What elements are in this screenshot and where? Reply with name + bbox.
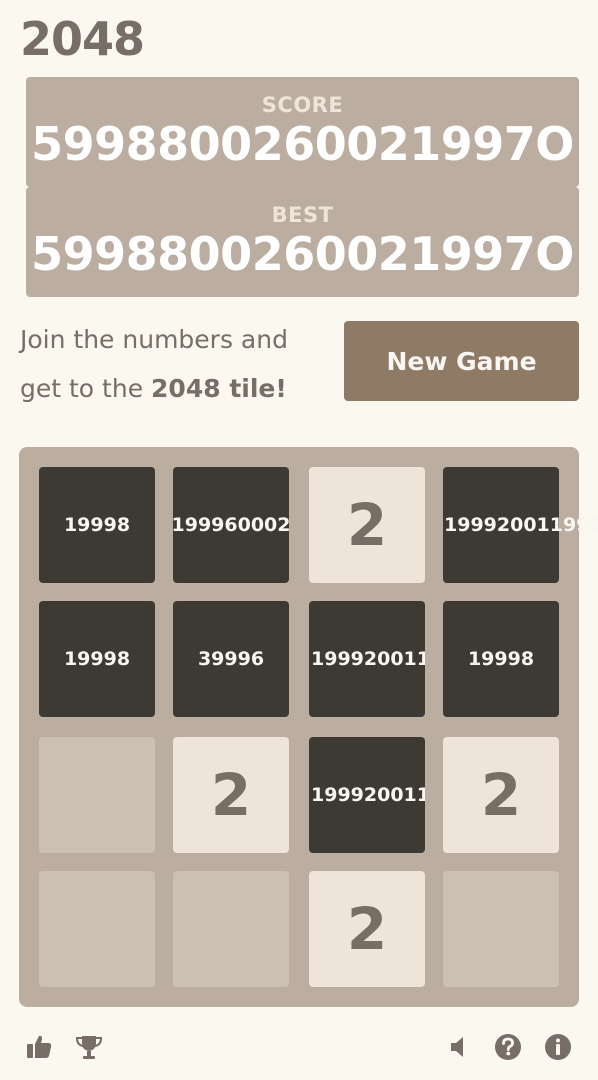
tile: 19998 <box>443 601 559 717</box>
tile: 2 <box>309 467 425 583</box>
tile: 2 <box>443 737 559 853</box>
game-title: 2048 <box>20 12 145 66</box>
tile: 199920011999 <box>309 737 425 853</box>
score-value: 5998800260021997O <box>31 117 574 171</box>
best-label: BEST <box>271 203 334 227</box>
tile: 199960002 <box>172 467 291 583</box>
score-box: SCORE 5998800260021997O <box>26 77 579 187</box>
game-board[interactable]: 19998 199960002 2 1999200119998 19998 39… <box>19 447 598 1007</box>
empty-cell <box>443 871 559 987</box>
tile: 2 <box>309 871 425 987</box>
trophy-icon[interactable] <box>74 1032 104 1062</box>
empty-cell <box>39 871 155 987</box>
empty-cell <box>39 737 155 853</box>
score-label: SCORE <box>261 93 344 117</box>
tile: 2 <box>173 737 289 853</box>
best-value: 5998800260021997O <box>31 227 574 281</box>
intro-text: Join the numbers and get to the 2048 til… <box>20 315 330 413</box>
tile: 1999200119998 <box>443 467 598 583</box>
tile: 199920011999 <box>309 601 425 717</box>
tile: 19998 <box>39 601 155 717</box>
empty-cell <box>173 871 289 987</box>
intro-highlight: 2048 tile! <box>151 374 287 403</box>
tile: 39996 <box>173 601 289 717</box>
tile: 19998 <box>39 467 155 583</box>
new-game-button[interactable]: New Game <box>344 321 579 401</box>
thumbs-up-icon[interactable] <box>24 1032 54 1062</box>
info-icon[interactable] <box>543 1032 573 1062</box>
speaker-icon[interactable] <box>444 1032 474 1062</box>
help-icon[interactable] <box>493 1032 523 1062</box>
best-score-box: BEST 5998800260021997O <box>26 187 579 297</box>
